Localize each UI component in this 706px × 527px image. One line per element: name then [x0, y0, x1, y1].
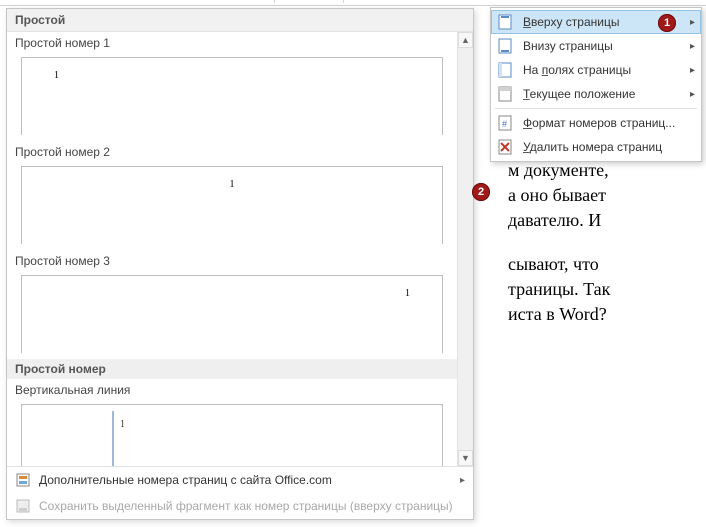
footer-save-label: Сохранить выделенный фрагмент как номер … — [39, 499, 453, 513]
ribbon-tab-ghost — [274, 0, 344, 3]
callout-badge-1: 1 — [658, 14, 676, 32]
gallery-item-simple-2[interactable]: 1 — [21, 166, 443, 244]
chevron-right-icon: ▸ — [690, 65, 695, 76]
gallery-scrollbar[interactable]: ▲ ▼ — [457, 32, 473, 466]
scroll-up-icon[interactable]: ▲ — [458, 32, 473, 48]
menu-item-format-page-numbers[interactable]: # Формат номеров страниц... — [491, 111, 701, 135]
doc-line: а оно бывает — [508, 183, 610, 208]
gallery-item-label: Простой номер 2 — [7, 141, 457, 163]
page-number-sample: 1 — [54, 70, 59, 81]
footer-more-label: Дополнительные номера страниц с сайта Of… — [39, 473, 332, 487]
menu-item-bottom-of-page[interactable]: Внизу страницы ▸ — [491, 34, 701, 58]
document-text: м документе, а оно бывает давателю. И сы… — [508, 158, 610, 327]
doc-line: сывают, что — [508, 252, 610, 277]
callout-badge-2: 2 — [472, 183, 490, 201]
scroll-down-icon[interactable]: ▼ — [458, 450, 473, 466]
more-from-office-com[interactable]: Дополнительные номера страниц с сайта Of… — [7, 467, 473, 493]
menu-item-current-position[interactable]: Текущее положение ▸ — [491, 82, 701, 106]
page-number-sample: 1 — [120, 419, 125, 430]
gallery-body: Простой номер 1 1 Простой номер 2 1 Прос… — [7, 32, 473, 466]
gallery-header: Простой — [7, 9, 473, 32]
gallery-footer: Дополнительные номера страниц с сайта Of… — [7, 466, 473, 519]
menu-label: Удалить номера страниц — [523, 140, 695, 154]
ribbon-border — [0, 0, 706, 6]
doc-line: траницы. Так — [508, 277, 610, 302]
gallery-item-label: Простой номер 3 — [7, 250, 457, 272]
gallery-item-simple-1[interactable]: 1 — [21, 57, 443, 135]
page-number-sample: 1 — [230, 179, 235, 190]
menu-label: На полях страницы — [523, 63, 680, 77]
menu-separator — [495, 108, 697, 109]
page-number-sample: 1 — [405, 288, 410, 299]
page-margins-icon — [497, 62, 513, 78]
current-position-icon — [497, 86, 513, 102]
menu-item-page-margins[interactable]: На полях страницы ▸ — [491, 58, 701, 82]
menu-label: Внизу страницы — [523, 39, 680, 53]
svg-text:#: # — [502, 119, 507, 129]
vertical-line-icon — [112, 411, 114, 466]
doc-line: иста в Word? — [508, 302, 610, 327]
gallery-item-label: Простой номер 1 — [7, 32, 457, 54]
save-fragment-icon — [15, 498, 31, 514]
save-selection-as-page-number: Сохранить выделенный фрагмент как номер … — [7, 493, 473, 519]
gallery-subheader: Простой номер — [7, 359, 457, 379]
gallery-item-simple-3[interactable]: 1 — [21, 275, 443, 353]
gallery-item-vertical-line[interactable]: 1 — [21, 404, 443, 466]
format-numbers-icon: # — [497, 115, 513, 131]
page-bottom-icon — [497, 38, 513, 54]
chevron-right-icon: ▸ — [690, 89, 695, 100]
menu-label: Формат номеров страниц... — [523, 116, 695, 130]
chevron-right-icon: ▸ — [460, 475, 465, 486]
gallery-item-label: Вертикальная линия — [7, 379, 457, 401]
chevron-right-icon: ▸ — [690, 41, 695, 52]
menu-label: Вверху страницы — [523, 15, 680, 29]
office-icon — [15, 472, 31, 488]
doc-line: давателю. И — [508, 208, 610, 233]
page-number-gallery: Простой Простой номер 1 1 Простой номер … — [6, 8, 474, 520]
menu-item-remove-page-numbers[interactable]: Удалить номера страниц — [491, 135, 701, 159]
chevron-right-icon: ▸ — [690, 17, 695, 28]
doc-line-blank — [508, 234, 610, 252]
remove-numbers-icon — [497, 139, 513, 155]
page-top-icon — [497, 14, 513, 30]
menu-label: Текущее положение — [523, 87, 680, 101]
